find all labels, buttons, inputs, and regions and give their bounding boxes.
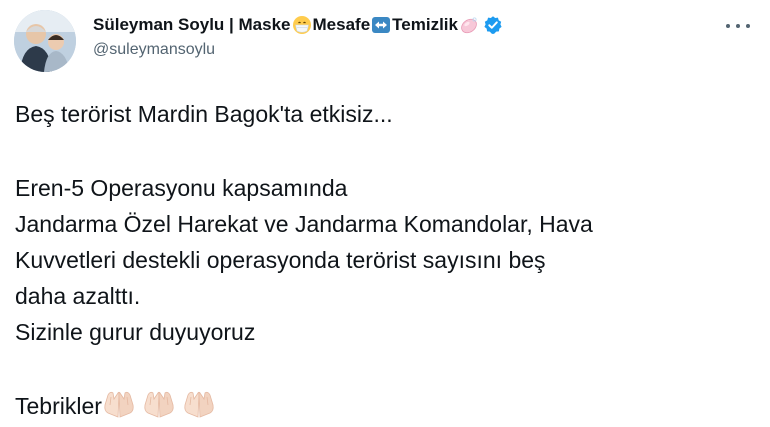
- tweet-text: Beş terörist Mardin Bagok'ta etkisiz... …: [15, 96, 755, 424]
- tweet-line-closing: Tebrikler: [15, 388, 755, 424]
- tweet-line: Kuvvetleri destekli operasyonda terörist…: [15, 247, 546, 273]
- tweet-line: daha azalttı.: [15, 283, 141, 309]
- avatar[interactable]: [14, 10, 76, 72]
- folded-hands-icon: [144, 391, 174, 418]
- tweet-line: Jandarma Özel Harekat ve Jandarma Komand…: [15, 211, 593, 237]
- verified-badge-icon: [484, 16, 502, 34]
- face-with-medical-mask-icon: [292, 16, 311, 34]
- more-dot: [726, 24, 730, 28]
- tweet-line: Beş terörist Mardin Bagok'ta etkisiz...: [15, 101, 393, 127]
- folded-hands-icon: [104, 391, 134, 418]
- display-name-part-3: Temizlik: [392, 15, 458, 34]
- left-right-arrow-icon: [372, 17, 391, 33]
- tweet-header: Süleyman Soylu | Maske Mesafe Temizlik @…: [93, 13, 503, 61]
- display-name-part-1: Süleyman Soylu | Maske: [93, 15, 291, 34]
- more-options-icon[interactable]: [726, 16, 750, 36]
- soap-icon: [461, 17, 477, 34]
- more-dot: [746, 24, 750, 28]
- tweet-line: Eren-5 Operasyonu kapsamında: [15, 175, 348, 201]
- tweet-card: Süleyman Soylu | Maske Mesafe Temizlik @…: [0, 0, 770, 427]
- tweet-line: Sizinle gurur duyuyoruz: [15, 319, 256, 345]
- user-handle[interactable]: @suleymansoylu: [93, 39, 503, 61]
- closing-word: Tebrikler: [15, 393, 102, 419]
- more-dot: [736, 24, 740, 28]
- folded-hands-icon: [184, 391, 214, 418]
- display-name-part-2: Mesafe: [312, 15, 371, 34]
- display-name[interactable]: Süleyman Soylu | Maske Mesafe Temizlik: [93, 13, 503, 37]
